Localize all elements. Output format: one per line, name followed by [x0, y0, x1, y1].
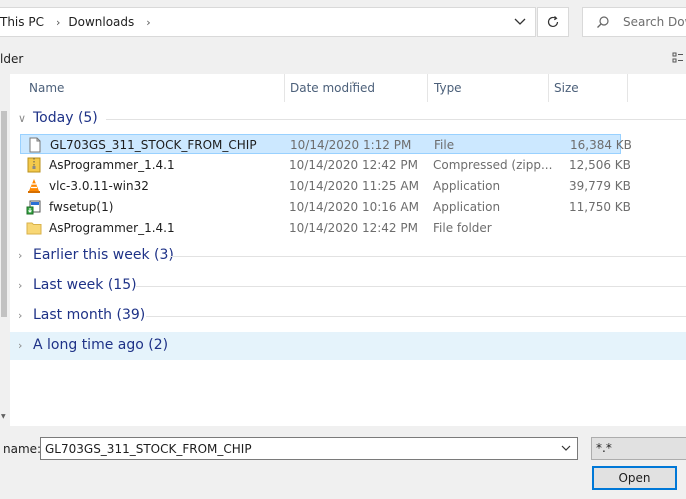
search-icon [597, 16, 609, 28]
file-name: AsProgrammer_1.4.1 [49, 221, 175, 235]
file-row[interactable]: fwsetup(1) 10/14/2020 10:16 AM Applicati… [20, 197, 631, 217]
file-row[interactable]: AsProgrammer_1.4.1 10/14/2020 12:42 PM F… [20, 218, 621, 238]
chevron-right-icon[interactable]: › [18, 309, 22, 322]
group-title: Today (5) [33, 110, 98, 126]
file-size: 16,384 KB [570, 138, 632, 152]
chevron-right-icon[interactable]: › [18, 339, 22, 352]
breadcrumb: This PC › Downloads › [0, 15, 159, 29]
installer-icon [26, 200, 41, 215]
file-type-filter-value: *.* [596, 441, 612, 455]
file-size: 12,506 KB [569, 158, 631, 172]
column-type[interactable]: Type [434, 81, 462, 95]
chevron-down-icon[interactable] [513, 14, 527, 28]
file-type: File [434, 138, 455, 152]
file-type: Application [433, 200, 501, 214]
file-name-input[interactable]: GL703GS_311_STOCK_FROM_CHIP [45, 442, 252, 456]
file-name-label: name: [3, 442, 42, 456]
column-date-modified[interactable]: Date modified [290, 81, 375, 95]
column-divider[interactable] [284, 74, 285, 102]
file-date: 10/14/2020 10:16 AM [289, 200, 419, 214]
zip-folder-icon [27, 157, 41, 173]
file-date: 10/14/2020 12:42 PM [289, 221, 418, 235]
column-headers: Name ˄ Date modified Type Size [10, 74, 686, 102]
column-size[interactable]: Size [554, 81, 579, 95]
file-type-filter[interactable]: *.* [591, 437, 686, 460]
chevron-down-icon[interactable]: ∨ [18, 112, 26, 125]
breadcrumb-downloads[interactable]: Downloads [68, 15, 138, 29]
toolbar: lder [0, 44, 686, 74]
group-today[interactable]: ∨ Today (5) [10, 108, 686, 130]
group-earlier-this-week[interactable]: › Earlier this week (3) [10, 245, 686, 267]
file-type: Application [433, 179, 501, 193]
group-divider [106, 119, 686, 120]
chevron-right-icon[interactable]: › [48, 16, 68, 29]
chevron-right-icon[interactable]: › [18, 249, 22, 262]
search-placeholder: Search Dow [623, 15, 686, 29]
refresh-icon [547, 16, 559, 28]
scroll-down-arrow[interactable]: ▼ [1, 413, 6, 420]
file-name-combobox[interactable]: GL703GS_311_STOCK_FROM_CHIP [40, 437, 578, 460]
group-title: A long time ago (2) [33, 337, 169, 353]
group-last-week[interactable]: › Last week (15) [10, 275, 686, 297]
blank-file-icon [29, 137, 41, 153]
chevron-right-icon[interactable]: › [18, 279, 22, 292]
column-divider[interactable] [627, 74, 628, 102]
column-divider[interactable] [427, 74, 428, 102]
file-name: AsProgrammer_1.4.1 [49, 158, 175, 172]
column-divider[interactable] [548, 74, 549, 102]
folder-icon [26, 222, 42, 235]
open-button[interactable]: Open [592, 466, 677, 490]
file-row[interactable]: vlc-3.0.11-win32 10/14/2020 11:25 AM App… [20, 176, 631, 196]
file-name: fwsetup(1) [49, 200, 114, 214]
file-date: 10/14/2020 11:25 AM [289, 179, 419, 193]
group-title: Last week (15) [33, 277, 137, 293]
file-size: 39,779 KB [569, 179, 631, 193]
group-divider [146, 316, 686, 317]
address-bar[interactable]: This PC › Downloads › [0, 7, 536, 37]
breadcrumb-this-pc[interactable]: This PC [0, 15, 48, 29]
file-date: 10/14/2020 12:42 PM [289, 158, 418, 172]
view-options-icon[interactable] [672, 52, 684, 64]
chevron-right-icon[interactable]: › [138, 16, 158, 29]
file-name: vlc-3.0.11-win32 [49, 179, 149, 193]
file-size: 11,750 KB [569, 200, 631, 214]
group-title: Last month (39) [33, 307, 146, 323]
search-box[interactable]: Search Dow [582, 7, 686, 37]
file-name: GL703GS_311_STOCK_FROM_CHIP [50, 138, 257, 152]
file-type: Compressed (zipp... [433, 158, 553, 172]
scrollbar-thumb[interactable] [1, 111, 7, 317]
file-type: File folder [433, 221, 492, 235]
column-name[interactable]: Name [29, 81, 64, 95]
group-a-long-time-ago[interactable]: › A long time ago (2) [10, 332, 686, 360]
file-row[interactable]: AsProgrammer_1.4.1 10/14/2020 12:42 PM C… [20, 155, 631, 175]
new-folder-button[interactable]: lder [0, 52, 23, 66]
file-list: Name ˄ Date modified Type Size ∨ Today (… [10, 74, 686, 426]
file-row[interactable]: GL703GS_311_STOCK_FROM_CHIP 10/14/2020 1… [20, 134, 632, 154]
file-date: 10/14/2020 1:12 PM [290, 138, 412, 152]
chevron-down-icon[interactable] [560, 442, 572, 454]
group-divider [136, 286, 686, 287]
refresh-button[interactable] [537, 7, 569, 37]
group-title: Earlier this week (3) [33, 247, 174, 263]
vlc-cone-icon [28, 179, 40, 193]
group-divider [170, 256, 686, 257]
vertical-scrollbar[interactable]: ▼ [0, 74, 8, 426]
group-last-month[interactable]: › Last month (39) [10, 305, 686, 327]
